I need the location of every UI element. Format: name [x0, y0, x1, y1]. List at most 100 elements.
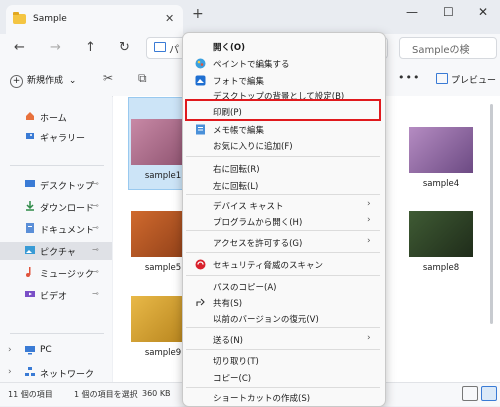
highlight-box — [185, 99, 381, 121]
notepad-icon — [196, 124, 205, 135]
menu-item-copy[interactable]: コピー(C) — [186, 369, 380, 387]
menu-item-open[interactable]: 開く(O) — [186, 38, 380, 56]
menu-item-rotate-left[interactable]: 左に回転(L) — [186, 177, 380, 195]
download-icon — [26, 201, 34, 211]
menu-label: 開く(O) — [213, 43, 245, 53]
menu-label: コピー(C) — [213, 374, 252, 384]
document-icon — [26, 223, 34, 233]
sidebar-item-desktop[interactable]: デスクトップ ⊸ — [0, 176, 112, 194]
menu-item-edit-paint[interactable]: ペイントで編集する — [186, 55, 380, 73]
menu-label: 送る(N) — [213, 336, 243, 346]
menu-label: デバイス キャスト — [213, 202, 284, 212]
menu-item-send-to[interactable]: 送る(N) › — [186, 331, 380, 349]
minimize-button[interactable]: — — [406, 5, 418, 19]
new-tab-button[interactable]: + — [192, 6, 204, 22]
sidebar-label-home: ホーム — [40, 114, 67, 124]
more-options-button[interactable]: ••• — [398, 71, 420, 84]
file-item[interactable]: sample4 — [409, 127, 473, 197]
pin-icon: ⊸ — [92, 289, 99, 298]
sidebar-label-documents: ドキュメント — [40, 226, 95, 236]
menu-label: セキュリティ脅威のスキャン — [213, 261, 323, 271]
menu-label: 右に回転(R) — [213, 165, 260, 175]
menu-item-security-scan[interactable]: セキュリティ脅威のスキャン — [186, 256, 380, 274]
pin-icon: ⊸ — [92, 223, 99, 232]
copy-icon[interactable]: ⧉ — [138, 71, 147, 86]
preview-button[interactable]: プレビュー — [436, 73, 496, 86]
search-input[interactable]: Sampleの検 — [399, 37, 497, 59]
menu-item-rotate-right[interactable]: 右に回転(R) — [186, 160, 380, 178]
new-button[interactable]: + 新規作成 ⌄ — [10, 73, 76, 88]
menu-label: アクセスを許可する(G) — [213, 239, 303, 249]
menu-separator — [186, 349, 380, 350]
cut-icon[interactable]: ✂ — [103, 71, 113, 85]
file-item[interactable]: sample8 — [409, 211, 473, 281]
chevron-right-icon[interactable]: › — [8, 367, 12, 377]
sidebar-item-downloads[interactable]: ダウンロード ⊸ — [0, 198, 112, 216]
sidebar-divider — [10, 333, 104, 334]
menu-separator — [186, 230, 380, 231]
monitor-icon — [154, 42, 166, 52]
sidebar-label-pc: PC — [40, 345, 52, 355]
forward-button[interactable]: → — [50, 40, 61, 55]
back-button[interactable]: ← — [14, 40, 25, 55]
menu-separator — [186, 194, 380, 195]
menu-item-restore-versions[interactable]: 以前のバージョンの復元(V) — [186, 310, 380, 328]
sidebar-item-videos[interactable]: ビデオ ⊸ — [0, 286, 112, 304]
tab-sample[interactable]: Sample ✕ — [6, 5, 183, 34]
refresh-button[interactable]: ↻ — [119, 40, 130, 55]
tab-title: Sample — [33, 14, 67, 24]
photos-icon — [195, 75, 206, 86]
desktop-icon — [25, 180, 35, 187]
share-icon — [196, 298, 205, 306]
video-icon — [25, 291, 35, 297]
pin-icon: ⊸ — [92, 267, 99, 276]
pin-icon: ⊸ — [92, 245, 99, 254]
sidebar-label-music: ミュージック — [40, 270, 94, 280]
menu-item-give-access[interactable]: アクセスを許可する(G) › — [186, 234, 380, 252]
search-placeholder: Sampleの検 — [412, 45, 470, 56]
menu-label: 共有(S) — [213, 299, 243, 309]
sidebar-item-gallery[interactable]: ギャラリー — [0, 128, 112, 146]
thumbnail-image — [409, 127, 473, 173]
sidebar-label-gallery: ギャラリー — [40, 134, 86, 144]
menu-label: プログラムから開く(H) — [213, 218, 303, 228]
chevron-right-icon[interactable]: › — [8, 345, 12, 355]
sidebar-label-downloads: ダウンロード — [40, 204, 95, 214]
sidebar-item-documents[interactable]: ドキュメント ⊸ — [0, 220, 112, 238]
menu-item-add-favorites[interactable]: お気に入りに追加(F) — [186, 137, 380, 155]
menu-label: メモ帳で編集 — [213, 126, 265, 136]
paint-icon — [195, 58, 206, 69]
sidebar-item-network[interactable]: › ネットワーク — [0, 364, 112, 382]
menu-item-open-with[interactable]: プログラムから開く(H) › — [186, 213, 380, 231]
sidebar-divider — [10, 165, 104, 166]
vertical-scrollbar[interactable] — [490, 104, 493, 324]
up-button[interactable]: ↑ — [85, 40, 96, 55]
chevron-right-icon: › — [367, 236, 371, 246]
pin-icon: ⊸ — [92, 179, 99, 188]
gallery-icon — [26, 133, 34, 139]
sidebar-label-videos: ビデオ — [40, 292, 68, 302]
sidebar-label-desktop: デスクトップ — [40, 182, 95, 192]
details-view-button[interactable] — [462, 386, 478, 401]
close-button[interactable]: ✕ — [478, 5, 488, 19]
menu-label: 左に回転(L) — [213, 182, 259, 192]
security-scan-icon — [195, 259, 206, 270]
menu-item-create-shortcut[interactable]: ショートカットの作成(S) — [186, 389, 380, 407]
menu-label: ショートカットの作成(S) — [213, 394, 311, 404]
network-icon — [25, 367, 35, 376]
sidebar-item-home[interactable]: ホーム — [0, 108, 112, 126]
sidebar-item-music[interactable]: ミュージック ⊸ — [0, 264, 112, 282]
menu-separator — [186, 275, 380, 276]
new-label: 新規作成 — [27, 76, 64, 86]
menu-label: ペイントで編集する — [213, 60, 290, 70]
address-text: パ — [169, 45, 179, 56]
sidebar-item-pictures[interactable]: ピクチャ ⊸ — [0, 242, 112, 260]
large-icons-view-button[interactable] — [481, 386, 497, 401]
chevron-right-icon: › — [367, 333, 371, 343]
maximize-button[interactable]: ☐ — [443, 5, 454, 19]
menu-item-cut[interactable]: 切り取り(T) — [186, 352, 380, 370]
sidebar-item-pc[interactable]: › PC — [0, 342, 112, 360]
menu-label: パスのコピー(A) — [213, 283, 277, 293]
tab-close-icon[interactable]: ✕ — [165, 12, 174, 25]
preview-pane-icon — [436, 73, 448, 84]
